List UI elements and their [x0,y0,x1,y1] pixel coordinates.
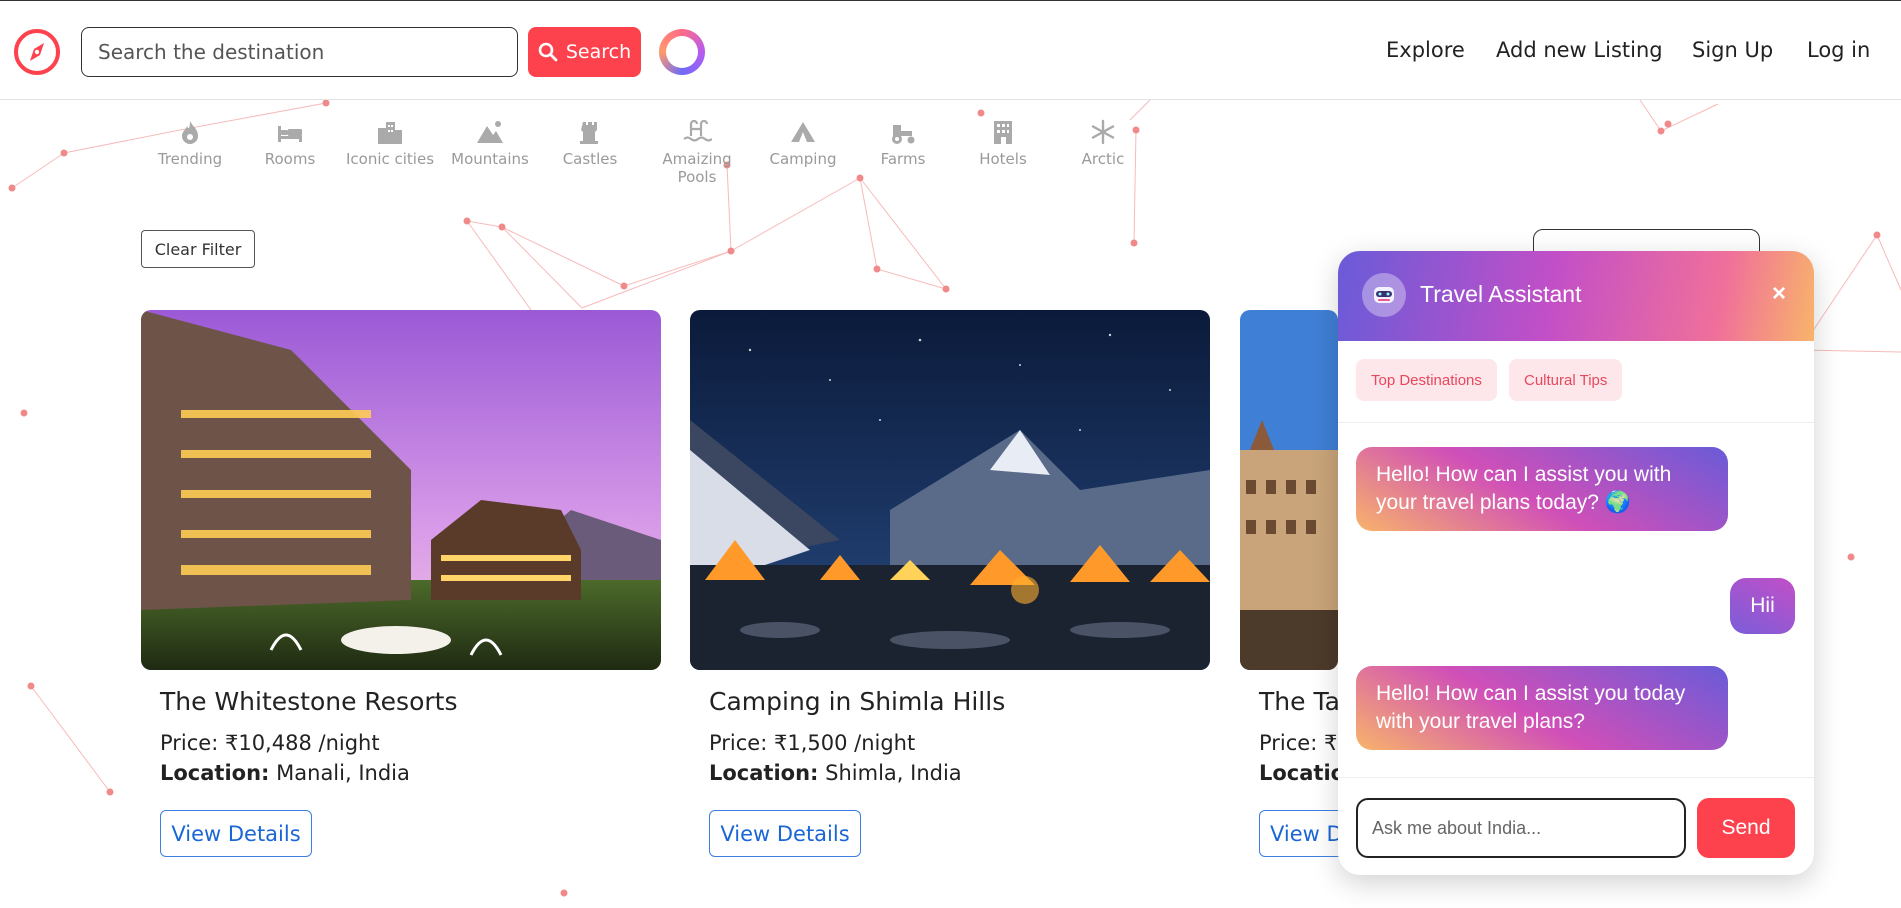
filter-mountains[interactable]: Mountains [440,118,540,168]
location-value: Manali, India [276,761,410,785]
filter-iconic-cities[interactable]: Iconic cities [340,118,440,168]
chat-title: Travel Assistant [1420,281,1582,307]
nav-link-explore[interactable]: Explore [1386,38,1465,62]
filter-label: Hotels [979,150,1027,168]
listing-title: The Ta [1259,687,1340,716]
snowflake-icon [1091,119,1115,145]
filter-bar: Trending Rooms Iconic cities Mountains C… [0,100,1200,190]
listing-card[interactable]: Camping in Shimla Hills Price: ₹1,500 /n… [690,310,1210,857]
nav-link-add-listing[interactable]: Add new Listing [1496,38,1663,62]
location-label: Locatio [1259,761,1346,785]
listing-price: Price: ₹1 [1259,731,1351,755]
filter-hotels[interactable]: Hotels [953,118,1053,168]
mountain-icon [477,121,503,143]
location-label: Location: [709,761,819,785]
location-label: Location: [160,761,270,785]
close-icon[interactable]: × [1766,279,1792,309]
navbar: Search Explore Add new Listing Sign Up L… [0,0,1901,100]
filter-label: Rooms [264,150,316,168]
search-button[interactable]: Search [528,27,641,77]
search-input[interactable] [81,27,518,77]
listing-image-taj[interactable] [1240,310,1338,670]
listing-image-resort[interactable] [141,310,661,670]
castle-icon [580,122,598,144]
listing-location: Location: Manali, India [160,761,410,785]
bot-message: Hello! How can I assist you today with y… [1356,666,1728,750]
nav-link-login[interactable]: Log in [1807,38,1870,62]
chip-top-destinations[interactable]: Top Destinations [1356,359,1497,401]
location-value: Shimla, India [825,761,962,785]
filter-label: Iconic cities [345,150,435,168]
filter-label: Farms [880,150,926,168]
tent-icon [791,122,815,142]
filter-castles[interactable]: Castles [540,118,640,168]
filter-arctic[interactable]: Arctic [1053,118,1153,168]
hotel-icon [994,121,1012,144]
pool-icon [683,119,712,142]
tractor-icon [892,125,915,144]
listing-image-camping[interactable] [690,310,1210,670]
filter-rooms[interactable]: Rooms [240,118,340,168]
filter-farms[interactable]: Farms [853,118,953,168]
quick-reply-row: Top Destinations Cultural Tips [1338,341,1814,423]
listing-title: The Whitestone Resorts [160,687,458,716]
robot-icon [1362,273,1406,317]
filter-label: Trending [157,150,223,168]
filter-label: Castles [562,150,618,168]
view-details-button[interactable]: View Details [160,810,312,857]
bed-icon [278,126,302,142]
bot-message: Hello! How can I assist you with your tr… [1356,447,1728,531]
nav-link-signup[interactable]: Sign Up [1692,38,1773,62]
filter-trending[interactable]: Trending [140,118,240,168]
user-message: Hii [1730,578,1795,634]
fire-icon [182,121,198,144]
listing-price: Price: ₹1,500 /night [709,731,916,755]
compass-logo-icon[interactable] [13,28,61,76]
clear-filter-button[interactable]: Clear Filter [141,230,255,268]
filter-camping[interactable]: Camping [753,118,853,168]
filter-label: Mountains [451,150,529,168]
view-details-button[interactable]: View Details [709,810,861,857]
chat-header: Travel Assistant × [1338,251,1814,341]
filter-label: Amaizing Pools [662,150,732,186]
listing-location: Locatio [1259,761,1345,785]
filter-amazing-pools[interactable]: Amaizing Pools [647,118,747,186]
send-button[interactable]: Send [1697,798,1795,858]
listing-title: Camping in Shimla Hills [709,687,1006,716]
travel-assistant-chat: Travel Assistant × Top Destinations Cult… [1338,251,1814,875]
listing-location: Location: Shimla, India [709,761,962,785]
listing-card[interactable]: The Whitestone Resorts Price: ₹10,488 /n… [141,310,661,857]
filter-label: Arctic [1081,150,1125,168]
search-button-label: Search [565,41,632,63]
search-icon [538,42,558,62]
listing-price: Price: ₹10,488 /night [160,731,380,755]
filter-label: Camping [769,150,837,168]
city-icon [378,122,402,144]
assistant-ring-icon[interactable] [659,29,705,75]
chat-input-row: Send [1338,777,1814,875]
chat-input[interactable] [1356,798,1686,858]
chip-cultural-tips[interactable]: Cultural Tips [1509,359,1623,401]
